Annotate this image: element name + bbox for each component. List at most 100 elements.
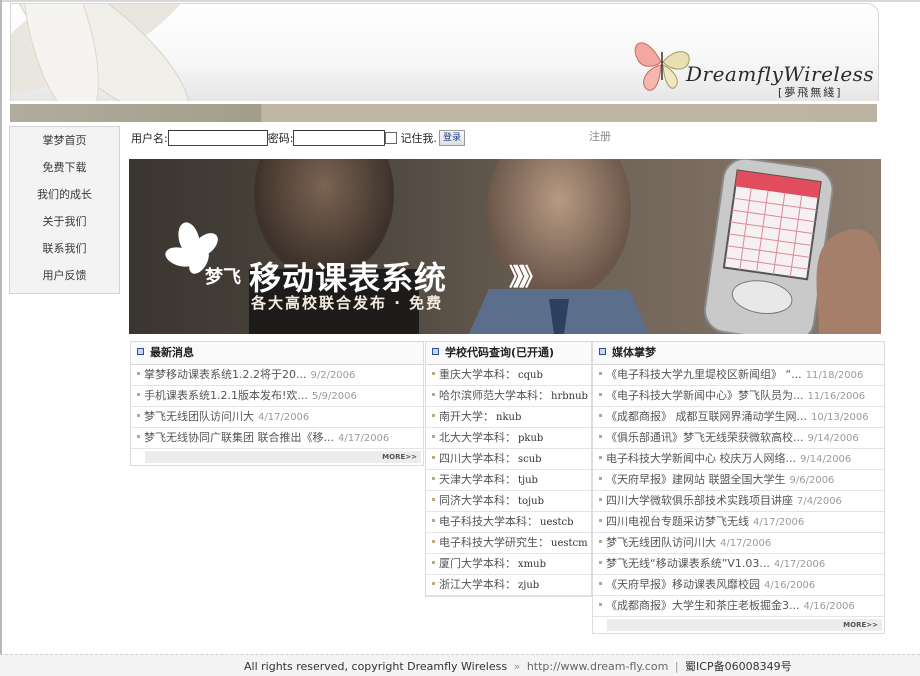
- media-date: 7/4/2006: [797, 496, 842, 507]
- news-headline[interactable]: 梦飞无线协同广联集团 联合推出《移...: [144, 431, 334, 444]
- news-row[interactable]: 梦飞无线协同广联集团 联合推出《移... 4/17/2006: [131, 428, 423, 449]
- media-date: 4/16/2006: [764, 580, 816, 591]
- school-name: 南开大学：: [439, 410, 494, 423]
- media-date: 11/18/2006: [805, 370, 864, 381]
- bullet-square-icon: [599, 348, 606, 355]
- bullet-icon: [599, 393, 602, 396]
- news-headline[interactable]: 梦飞无线团队访问川大: [144, 410, 254, 423]
- remember-me-checkbox[interactable]: [385, 132, 398, 144]
- media-row[interactable]: 《成都商报》 成都互联网界涌动学生网... 10/13/2006: [593, 407, 884, 428]
- banner-image: [129, 159, 881, 334]
- news-panel-header: 最新消息: [131, 342, 423, 365]
- nav-item-feedback[interactable]: 用户反馈: [10, 262, 119, 289]
- bullet-icon: [599, 519, 602, 522]
- site-header: DreamflyWireless [夢飛無綫]: [10, 3, 879, 101]
- bullet-icon: [137, 393, 140, 396]
- media-headline[interactable]: 《电子科技大学新闻中心》梦飞队员为...: [606, 389, 804, 402]
- school-code: zjub: [518, 580, 540, 591]
- brand-logo[interactable]: DreamflyWireless [夢飛無綫]: [634, 32, 874, 101]
- school-row[interactable]: 浙江大学本科： zjub: [426, 575, 591, 596]
- header-divider-bar: [10, 104, 877, 122]
- nav-item-download[interactable]: 免费下载: [10, 154, 119, 181]
- media-headline[interactable]: 四川电视台专题采访梦飞无线: [606, 515, 749, 528]
- school-row[interactable]: 北大大学本科： pkub: [426, 428, 591, 449]
- school-row[interactable]: 厦门大学本科： xmub: [426, 554, 591, 575]
- news-headline[interactable]: 掌梦移动课表系统1.2.2将于20...: [144, 368, 306, 381]
- school-code: xmub: [518, 559, 546, 570]
- school-list: 重庆大学本科： cqub 哈尔滨师范大学本科： hrbnub 南开大学： nkub 北大大学…: [426, 365, 591, 596]
- nav-item-about[interactable]: 关于我们: [10, 208, 119, 235]
- footer-separator: |: [674, 660, 679, 673]
- media-headline[interactable]: 梦飞无线团队访问川大: [606, 536, 716, 549]
- school-row[interactable]: 南开大学： nkub: [426, 407, 591, 428]
- media-row[interactable]: 《天府早报》建网站 联盟全国大学生 9/6/2006: [593, 470, 884, 491]
- media-date: 4/16/2006: [803, 601, 855, 612]
- school-row[interactable]: 电子科技大学研究生： uestcm: [426, 533, 591, 554]
- school-name: 北大大学本科：: [439, 431, 516, 444]
- nav-item-contact[interactable]: 联系我们: [10, 235, 119, 262]
- school-row[interactable]: 电子科技大学本科： uestcb: [426, 512, 591, 533]
- footer-separator: »: [513, 660, 521, 673]
- media-row[interactable]: 四川电视台专题采访梦飞无线 4/17/2006: [593, 512, 884, 533]
- news-date: 4/17/2006: [258, 412, 310, 423]
- nav-item-growth[interactable]: 我们的成长: [10, 181, 119, 208]
- news-row[interactable]: 梦飞无线团队访问川大 4/17/2006: [131, 407, 423, 428]
- media-headline[interactable]: 《天府早报》建网站 联盟全国大学生: [606, 473, 786, 486]
- media-row[interactable]: 四川大学微软俱乐部技术实践项目讲座 7/4/2006: [593, 491, 884, 512]
- media-headline[interactable]: 《电子科技大学九里堤校区新闻组》 “...: [606, 368, 802, 381]
- sidebar-nav: 掌梦首页 免费下载 我们的成长 关于我们 联系我们 用户反馈: [9, 126, 120, 294]
- news-panel: 最新消息 掌梦移动课表系统1.2.2将于20... 9/2/2006 手机课表系统1…: [130, 341, 424, 466]
- news-row[interactable]: 手机课表系统1.2.1版本发布!欢... 5/9/2006: [131, 386, 423, 407]
- school-row[interactable]: 四川大学本科： scub: [426, 449, 591, 470]
- bullet-icon: [432, 414, 435, 417]
- password-input[interactable]: [293, 130, 386, 146]
- bullet-icon: [599, 414, 602, 417]
- media-headline[interactable]: 《天府早报》移动课表风靡校园: [606, 578, 760, 591]
- flower-decoration: [11, 4, 197, 101]
- media-row[interactable]: 《电子科技大学新闻中心》梦飞队员为... 11/16/2006: [593, 386, 884, 407]
- promo-banner[interactable]: 梦飞 移动课表系统 》》》 各大高校联合发布 · 免费: [129, 159, 881, 334]
- bullet-icon: [432, 372, 435, 375]
- media-row[interactable]: 梦飞无线团队访问川大 4/17/2006: [593, 533, 884, 554]
- news-row[interactable]: 掌梦移动课表系统1.2.2将于20... 9/2/2006: [131, 365, 423, 386]
- media-row[interactable]: 《电子科技大学九里堤校区新闻组》 “... 11/18/2006: [593, 365, 884, 386]
- news-more-button[interactable]: MORE>>: [145, 451, 421, 463]
- media-date: 10/13/2006: [811, 412, 869, 423]
- school-row[interactable]: 哈尔滨师范大学本科： hrbnub: [426, 386, 591, 407]
- media-headline[interactable]: 四川大学微软俱乐部技术实践项目讲座: [606, 494, 793, 507]
- username-input[interactable]: [167, 130, 268, 146]
- media-row[interactable]: 《成都商报》大学生和茶庄老板掘金3... 4/16/2006: [593, 596, 884, 617]
- school-name: 浙江大学本科：: [439, 578, 516, 591]
- media-headline[interactable]: 《成都商报》大学生和茶庄老板掘金3...: [606, 599, 800, 612]
- media-row[interactable]: 《天府早报》移动课表风靡校园 4/16/2006: [593, 575, 884, 596]
- news-date: 9/2/2006: [310, 370, 356, 381]
- bullet-icon: [599, 561, 602, 564]
- bullet-icon: [432, 435, 435, 438]
- school-row[interactable]: 重庆大学本科： cqub: [426, 365, 591, 386]
- bullet-square-icon: [432, 348, 439, 355]
- school-row[interactable]: 天津大学本科： tjub: [426, 470, 591, 491]
- media-headline[interactable]: 梦飞无线“移动课表系统”V1.03...: [606, 557, 770, 570]
- media-row[interactable]: 电子科技大学新闻中心 校庆万人网络... 9/14/2006: [593, 449, 884, 470]
- media-date: 11/16/2006: [807, 391, 866, 402]
- school-code: uestcm: [551, 538, 588, 549]
- school-name: 四川大学本科：: [439, 452, 516, 465]
- register-link[interactable]: 注册: [589, 128, 611, 144]
- nav-item-home[interactable]: 掌梦首页: [10, 127, 119, 154]
- site-footer: All rights reserved, copyright Dreamfly …: [0, 654, 920, 676]
- footer-url-link[interactable]: http://www.dream-fly.com: [527, 660, 669, 673]
- login-button[interactable]: 登录: [438, 130, 465, 146]
- media-headline[interactable]: 电子科技大学新闻中心 校庆万人网络...: [606, 452, 796, 465]
- media-row[interactable]: 《俱乐部通讯》梦飞无线荣获微软高校... 9/14/2006: [593, 428, 884, 449]
- school-code: tjub: [518, 475, 538, 486]
- media-more-button[interactable]: MORE>>: [607, 619, 882, 631]
- media-headline[interactable]: 《俱乐部通讯》梦飞无线荣获微软高校...: [606, 431, 804, 444]
- media-headline[interactable]: 《成都商报》 成都互联网界涌动学生网...: [606, 410, 807, 423]
- brand-name: DreamflyWireless: [686, 62, 875, 86]
- news-headline[interactable]: 手机课表系统1.2.1版本发布!欢...: [144, 389, 308, 402]
- school-row[interactable]: 同济大学本科： tojub: [426, 491, 591, 512]
- media-row[interactable]: 梦飞无线“移动课表系统”V1.03... 4/17/2006: [593, 554, 884, 575]
- school-name: 同济大学本科：: [439, 494, 516, 507]
- bullet-icon: [432, 561, 435, 564]
- school-name: 重庆大学本科：: [439, 368, 516, 381]
